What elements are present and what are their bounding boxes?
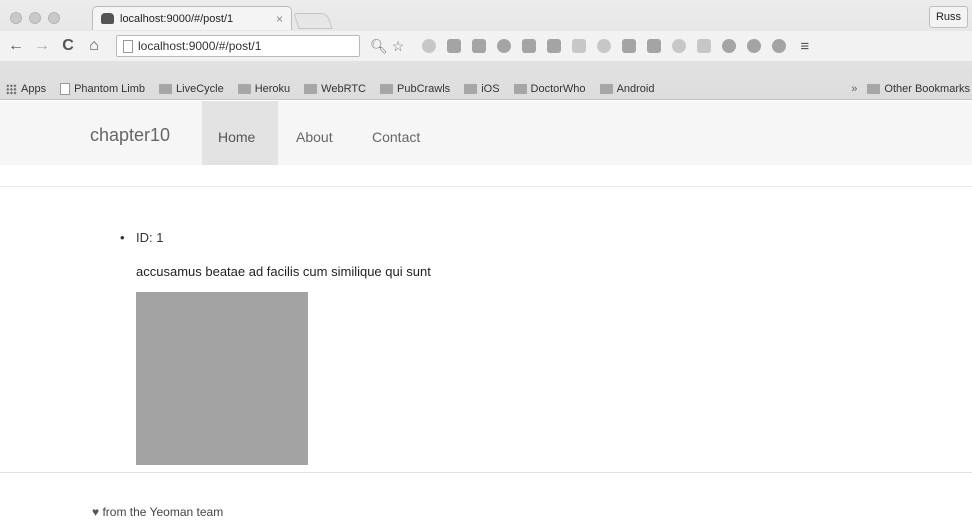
folder-icon bbox=[599, 84, 613, 94]
bookmark-label: PubCrawls bbox=[397, 83, 451, 95]
extension-icon[interactable] bbox=[572, 39, 587, 53]
forward-arrow-icon[interactable]: → bbox=[34, 38, 50, 54]
extension-icon[interactable] bbox=[722, 39, 737, 53]
extension-icons bbox=[422, 39, 787, 53]
folder-icon bbox=[867, 84, 881, 94]
browser-tab-active[interactable]: localhost:9000/#/post/1 × bbox=[92, 6, 292, 30]
bookmark-label: WebRTC bbox=[321, 83, 366, 95]
extension-icon[interactable] bbox=[547, 39, 562, 53]
bookmark-label: Heroku bbox=[254, 83, 291, 95]
bookmark-ios[interactable]: iOS bbox=[464, 83, 500, 95]
folder-icon bbox=[304, 84, 318, 94]
extension-icon[interactable] bbox=[747, 39, 762, 53]
bookmark-label: Phantom Limb bbox=[74, 83, 146, 95]
extension-icon[interactable] bbox=[422, 39, 437, 53]
footer: ♥ from the Yeoman team bbox=[92, 505, 223, 519]
home-icon[interactable]: ⌂ bbox=[86, 38, 102, 54]
zoom-icon[interactable]: 🔍︎ bbox=[370, 38, 388, 55]
cast-icon[interactable] bbox=[697, 39, 712, 53]
bookmark-pubcrawls[interactable]: PubCrawls bbox=[380, 83, 450, 95]
post-title: accusamus beatae ad facilis cum similiqu… bbox=[136, 264, 431, 279]
bookmark-star-icon[interactable]: ☆ bbox=[392, 38, 405, 55]
app-navbar: chapter10 Home About Contact bbox=[0, 101, 972, 165]
bookmark-livecycle[interactable]: LiveCycle bbox=[159, 83, 224, 95]
nav-link-contact[interactable]: Contact bbox=[372, 129, 420, 145]
bookmark-webrtc[interactable]: WebRTC bbox=[304, 83, 366, 95]
address-actions: 🔍︎ ☆ bbox=[370, 38, 404, 55]
close-window-button[interactable] bbox=[10, 12, 22, 24]
extension-icon[interactable] bbox=[672, 39, 687, 53]
bookmark-phantom-limb[interactable]: Phantom Limb bbox=[60, 83, 145, 95]
post-image bbox=[136, 292, 308, 465]
extension-icon[interactable] bbox=[772, 39, 787, 53]
bookmark-apps[interactable]: Apps bbox=[6, 83, 46, 95]
folder-icon bbox=[237, 84, 251, 94]
bookmark-android[interactable]: Android bbox=[599, 83, 655, 95]
extension-icon[interactable] bbox=[497, 39, 512, 53]
list-bullet: • bbox=[120, 230, 125, 245]
heart-icon: ♥ bbox=[92, 505, 100, 519]
bookmark-label: Android bbox=[616, 83, 655, 95]
bookmarks-bar: Apps Phantom Limb LiveCycle Heroku WebRT… bbox=[0, 78, 972, 100]
navbar-brand[interactable]: chapter10 bbox=[90, 125, 170, 146]
extension-icon[interactable] bbox=[597, 39, 612, 53]
reload-icon[interactable]: C bbox=[60, 38, 76, 54]
folder-icon bbox=[464, 84, 478, 94]
extension-icon[interactable] bbox=[522, 39, 537, 53]
folder-icon bbox=[513, 84, 527, 94]
other-bookmarks[interactable]: Other Bookmarks bbox=[867, 83, 970, 95]
navbar-divider bbox=[0, 186, 972, 187]
folder-icon bbox=[159, 84, 173, 94]
footer-text: from the Yeoman team bbox=[102, 505, 224, 519]
bookmark-label: LiveCycle bbox=[176, 83, 224, 95]
minimize-window-button[interactable] bbox=[29, 12, 41, 24]
extension-icon[interactable] bbox=[622, 39, 637, 53]
bookmark-label: DoctorWho bbox=[530, 83, 586, 95]
extension-icon[interactable] bbox=[447, 39, 462, 53]
folder-icon bbox=[380, 84, 393, 94]
extension-icon[interactable] bbox=[647, 39, 662, 53]
bookmarks-overflow-button[interactable]: » bbox=[851, 83, 857, 95]
bookmark-label: Other Bookmarks bbox=[884, 83, 970, 95]
browser-toolbar: ← → C ⌂ localhost:9000/#/post/1 🔍︎ ☆ ≡ bbox=[0, 31, 972, 61]
bookmark-label: iOS bbox=[481, 83, 500, 95]
zoom-window-button[interactable] bbox=[48, 12, 60, 24]
back-arrow-icon[interactable]: ← bbox=[8, 38, 24, 54]
new-tab-button[interactable] bbox=[293, 13, 333, 29]
page-icon bbox=[60, 83, 71, 95]
bookmark-doctorwho[interactable]: DoctorWho bbox=[513, 83, 586, 95]
browser-menu-icon[interactable]: ≡ bbox=[800, 38, 809, 55]
bookmarks-right: » Other Bookmarks bbox=[851, 83, 972, 95]
address-bar[interactable]: localhost:9000/#/post/1 bbox=[116, 35, 360, 57]
nav-link-about[interactable]: About bbox=[296, 129, 333, 145]
address-url[interactable]: localhost:9000/#/post/1 bbox=[138, 39, 261, 53]
bookmark-heroku[interactable]: Heroku bbox=[237, 83, 291, 95]
window-controls bbox=[10, 12, 60, 24]
nav-link-home[interactable]: Home bbox=[218, 129, 255, 145]
tab-title: localhost:9000/#/post/1 bbox=[120, 12, 234, 25]
tab-close-icon[interactable]: × bbox=[276, 12, 283, 26]
extension-icon[interactable] bbox=[472, 39, 487, 53]
footer-divider bbox=[0, 472, 972, 473]
page-icon bbox=[123, 39, 133, 53]
apps-grid-icon bbox=[6, 83, 17, 95]
profile-button[interactable]: Russ bbox=[928, 6, 968, 28]
bookmark-label: Apps bbox=[21, 83, 47, 95]
yeoman-favicon-icon bbox=[101, 13, 114, 24]
post-id: ID: 1 bbox=[136, 230, 164, 245]
browser-chrome: localhost:9000/#/post/1 × Russ ← → C ⌂ l… bbox=[0, 0, 972, 100]
